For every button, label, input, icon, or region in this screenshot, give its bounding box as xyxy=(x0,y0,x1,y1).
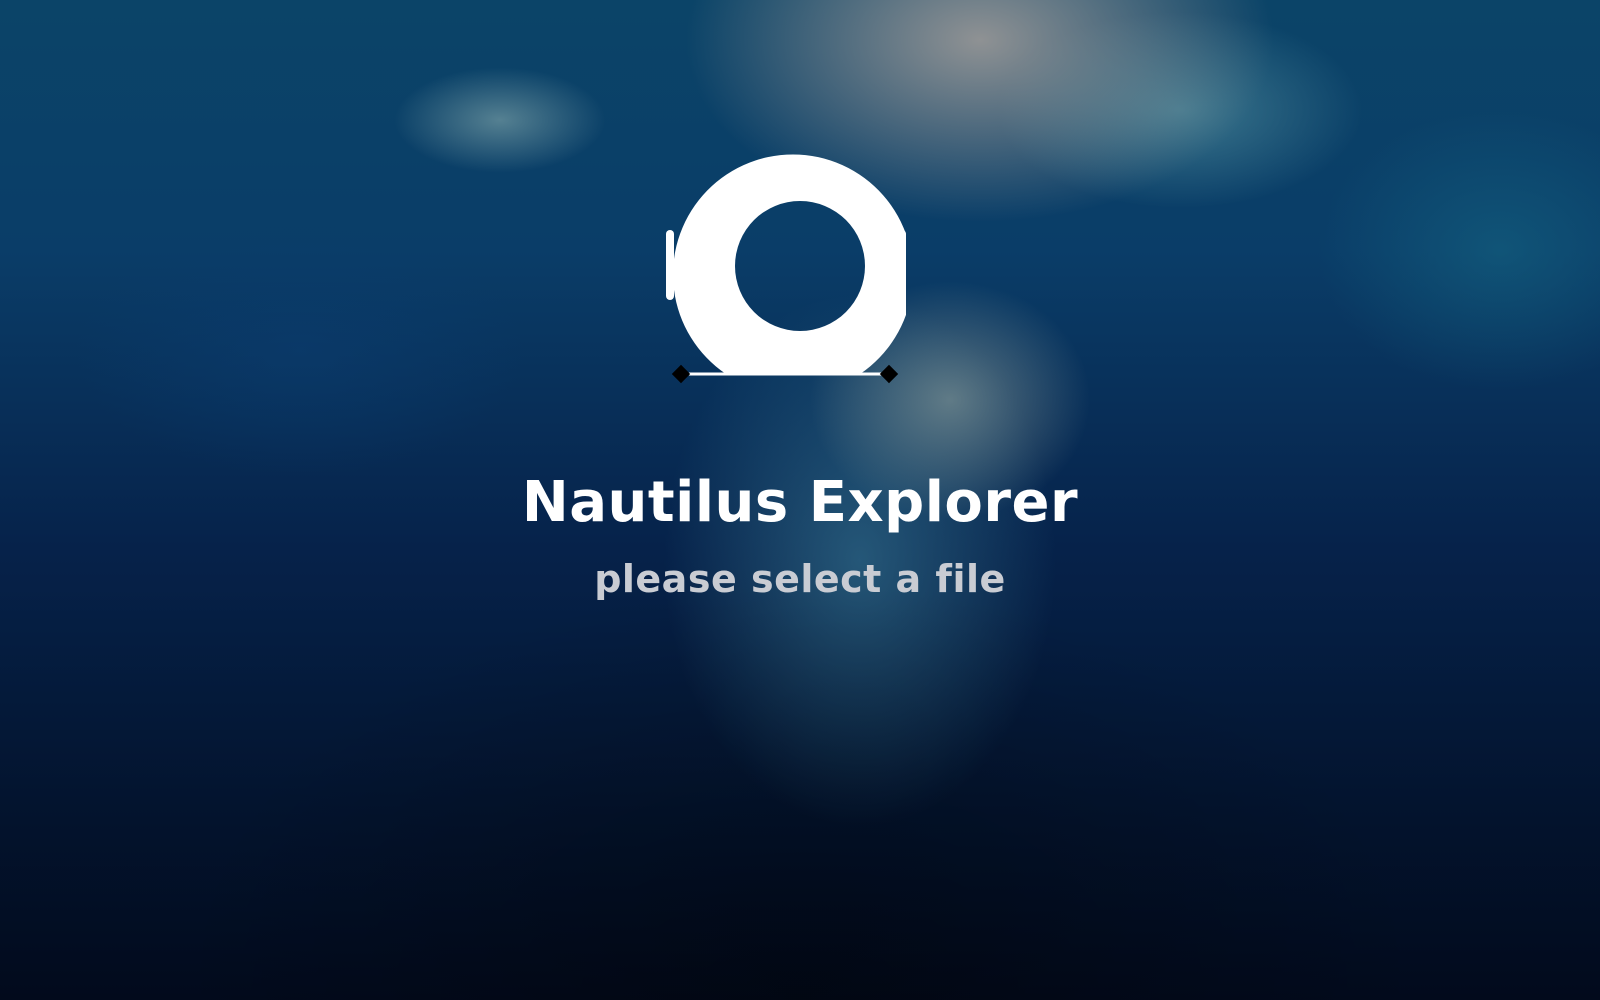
app-title: Nautilus Explorer xyxy=(521,470,1079,535)
nautilus-logo-icon xyxy=(666,146,906,386)
select-file-prompt: please select a file xyxy=(594,557,1006,601)
